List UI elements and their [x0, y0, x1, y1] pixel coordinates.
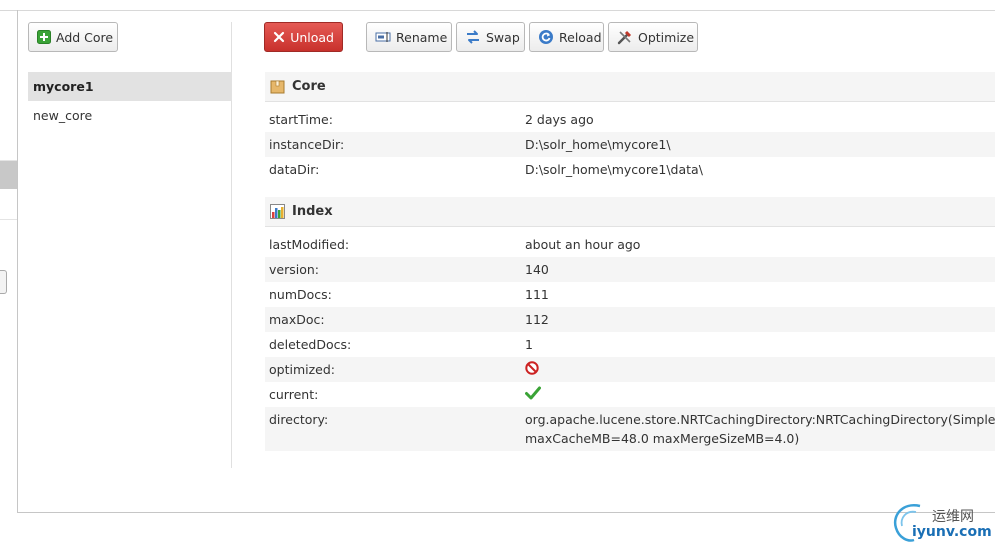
add-core-label: Add Core: [56, 29, 114, 45]
info-value: D:\solr_home\mycore1\data\: [525, 162, 703, 177]
info-row: dataDir: D:\solr_home\mycore1\data\: [265, 157, 995, 182]
info-value: 112: [525, 312, 549, 327]
info-value: about an hour ago: [525, 237, 641, 252]
core-item-mycore1[interactable]: mycore1: [28, 72, 232, 101]
info-row: directory: org.apache.lucene.store.NRTCa…: [265, 407, 995, 451]
info-value: [525, 386, 995, 403]
watermark-text-url: iyunv.com: [912, 524, 992, 540]
bar-chart-icon: [270, 203, 286, 220]
info-row: deletedDocs: 1: [265, 332, 995, 357]
no-entry-icon: [525, 361, 539, 378]
reload-icon: [538, 29, 554, 45]
info-row: lastModified: about an hour ago: [265, 232, 995, 257]
optimize-label: Optimize: [638, 29, 695, 45]
core-item-new-core[interactable]: new_core: [28, 101, 232, 130]
info-value: org.apache.lucene.store.NRTCachingDirect…: [525, 410, 995, 448]
rename-label: Rename: [396, 29, 448, 45]
index-section-title: Index: [292, 204, 333, 219]
core-list-column: Add Core mycore1 new_core: [28, 22, 232, 468]
unload-label: Unload: [290, 29, 334, 45]
info-key: lastModified:: [269, 237, 350, 252]
plus-icon: [37, 29, 51, 45]
core-section-header: Core: [265, 72, 995, 102]
directory-line-2: maxCacheMB=48.0 maxMergeSizeMB=4.0): [525, 431, 800, 446]
info-key: version:: [269, 262, 319, 277]
info-key: numDocs:: [269, 287, 332, 302]
info-value: D:\solr_home\mycore1\: [525, 137, 671, 152]
swap-label: Swap: [486, 29, 520, 45]
package-icon: [270, 79, 286, 95]
swap-button[interactable]: Swap: [456, 22, 525, 52]
info-key: optimized:: [269, 362, 336, 377]
rename-icon: [375, 29, 391, 45]
nav-item-selected-edge[interactable]: [0, 161, 17, 189]
swap-icon: [465, 29, 481, 45]
core-list: mycore1 new_core: [28, 72, 232, 130]
watermark-text-cn: 运维网: [932, 509, 974, 525]
rename-button[interactable]: Rename: [366, 22, 452, 52]
info-key: current:: [269, 387, 319, 402]
add-core-button[interactable]: Add Core: [28, 22, 118, 52]
core-info-table: startTime: 2 days ago instanceDir: D:\so…: [265, 107, 995, 182]
directory-line-1: org.apache.lucene.store.NRTCachingDirect…: [525, 412, 995, 427]
info-key: dataDir:: [269, 162, 320, 177]
info-key: startTime:: [269, 112, 333, 127]
checkmark-icon: [525, 386, 541, 403]
core-section-title: Core: [292, 79, 326, 94]
info-value: [525, 361, 995, 378]
info-key: deletedDocs:: [269, 337, 352, 352]
index-info-table: lastModified: about an hour ago version:…: [265, 232, 995, 451]
tools-icon: [617, 29, 633, 45]
info-value: 2 days ago: [525, 112, 594, 127]
info-key: maxDoc:: [269, 312, 325, 327]
info-row: current:: [265, 382, 995, 407]
optimize-button[interactable]: Optimize: [608, 22, 698, 52]
info-row: maxDoc: 112: [265, 307, 995, 332]
index-section-header: Index: [265, 197, 995, 227]
info-row: startTime: 2 days ago: [265, 107, 995, 132]
info-value: 140: [525, 262, 549, 277]
nav-divider: [0, 219, 17, 220]
watermark-logo: 运维网 iyunv.com: [890, 500, 995, 548]
info-row: version: 140: [265, 257, 995, 282]
info-key: instanceDir:: [269, 137, 345, 152]
unload-button[interactable]: Unload: [264, 22, 343, 52]
info-row: numDocs: 111: [265, 282, 995, 307]
info-value: 1: [525, 337, 533, 352]
info-row: optimized:: [265, 357, 995, 382]
info-key: directory:: [269, 412, 329, 427]
close-icon: [273, 29, 285, 45]
nav-button-edge[interactable]: [0, 270, 7, 294]
reload-label: Reload: [559, 29, 602, 45]
info-row: instanceDir: D:\solr_home\mycore1\: [265, 132, 995, 157]
reload-button[interactable]: Reload: [529, 22, 604, 52]
info-value: 111: [525, 287, 549, 302]
